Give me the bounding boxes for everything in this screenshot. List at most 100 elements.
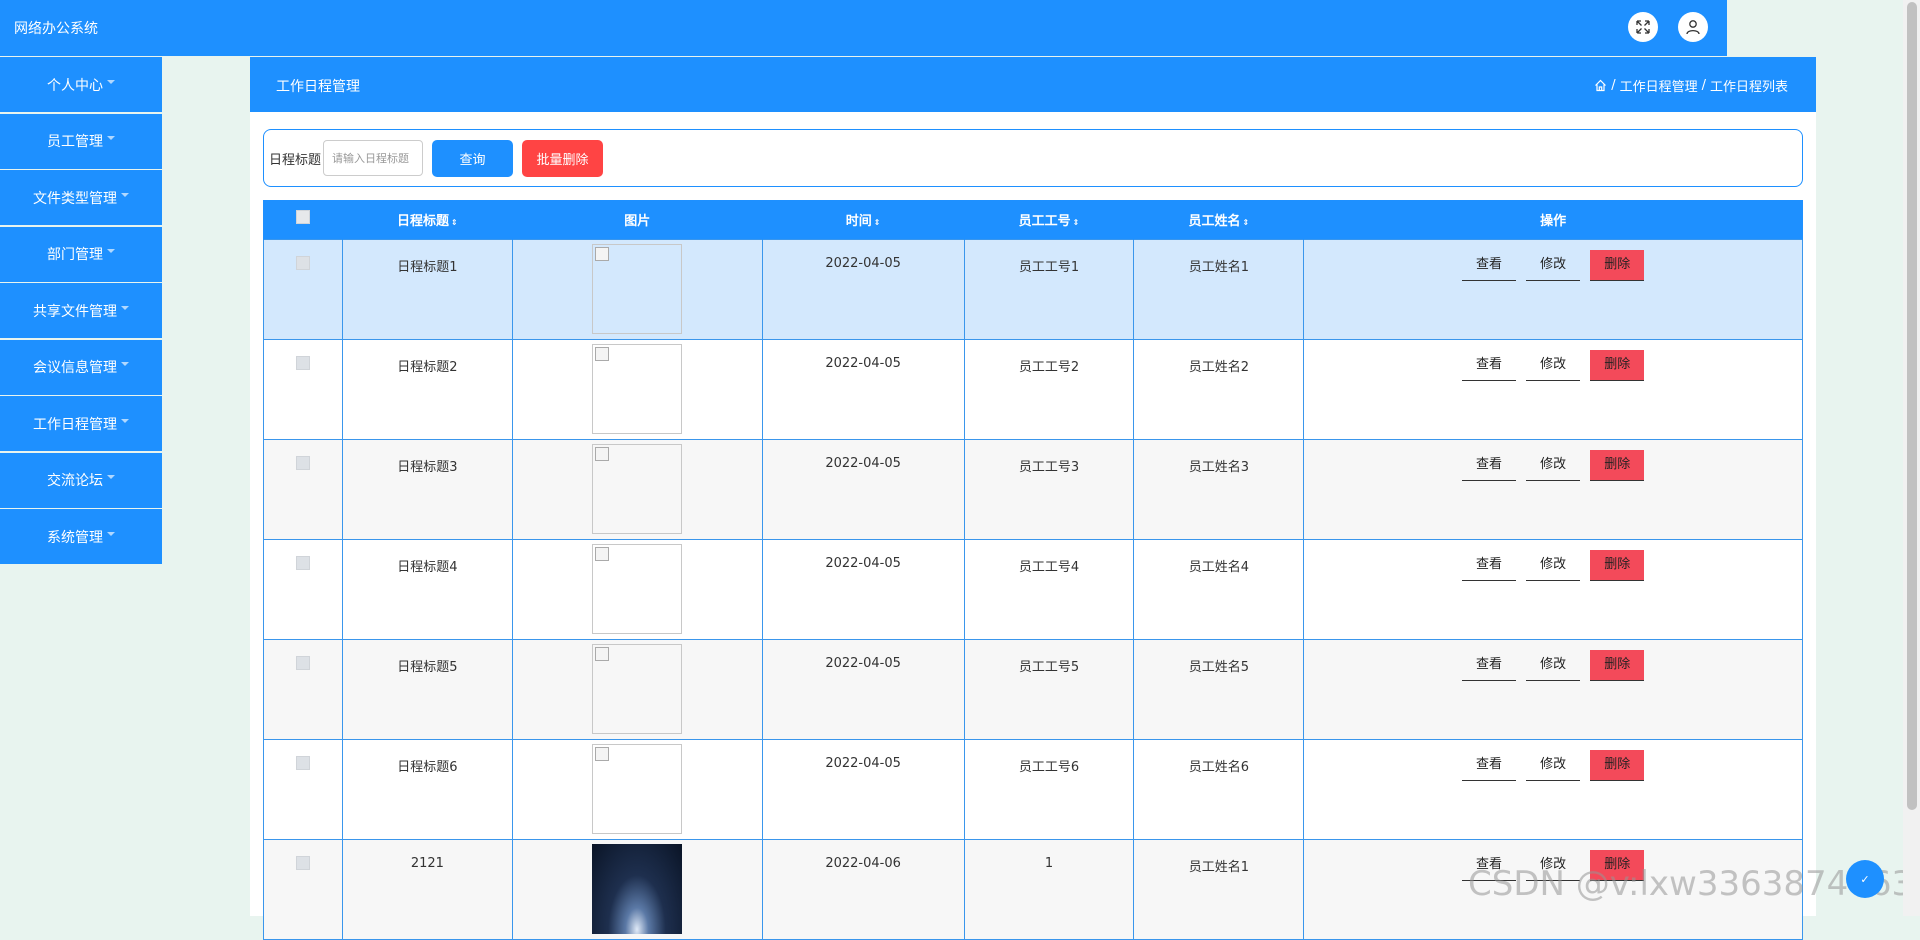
sidebar-item-personal[interactable]: 个人中心 bbox=[0, 57, 162, 112]
broken-image-icon bbox=[592, 243, 683, 334]
cell-time: 2022-04-05 bbox=[761, 438, 965, 540]
user-icon bbox=[1686, 20, 1700, 35]
page-scrollbar[interactable] bbox=[1903, 0, 1920, 916]
view-button[interactable]: 查看 bbox=[1462, 550, 1517, 581]
caret-down-icon bbox=[121, 305, 129, 310]
expand-icon bbox=[1636, 20, 1650, 34]
edit-button[interactable]: 修改 bbox=[1526, 250, 1581, 281]
search-input[interactable] bbox=[323, 140, 424, 176]
broken-image-icon bbox=[592, 643, 683, 734]
header-title[interactable]: 日程标题 ⇕ bbox=[341, 200, 513, 239]
breadcrumb-level1[interactable]: 工作日程管理 bbox=[1620, 76, 1698, 95]
cell-title: 日程标题6 bbox=[341, 738, 513, 840]
cell-time: 2022-04-05 bbox=[761, 238, 965, 340]
query-button[interactable]: 查询 bbox=[432, 139, 514, 177]
sort-icon: ⇕ bbox=[1242, 217, 1250, 227]
row-checkbox[interactable] bbox=[295, 555, 310, 570]
caret-down-icon bbox=[121, 362, 129, 366]
main-header: 工作日程管理 / 工作日程管理 / 工作日程列表 bbox=[250, 57, 1816, 112]
sidebar-item-shared-files[interactable]: 共享文件管理 bbox=[0, 283, 162, 338]
cell-title: 日程标题2 bbox=[341, 338, 513, 440]
cell-emp-no: 员工工号5 bbox=[963, 638, 1135, 740]
table-header-row: 日程标题 ⇕ 图片 时间 ⇕ 员工工号 ⇕ 员工姓名 ⇕ 操作 bbox=[263, 200, 1803, 239]
view-button[interactable]: 查看 bbox=[1462, 250, 1517, 281]
table-row[interactable]: 日程标题6 2022-04-05 员工工号6 员工姓名6 查看 修改 删除 bbox=[263, 738, 1803, 840]
sort-icon: ⇕ bbox=[873, 217, 881, 227]
row-checkbox[interactable] bbox=[295, 755, 310, 770]
view-button[interactable]: 查看 bbox=[1462, 650, 1517, 681]
cell-emp-name: 员工姓名6 bbox=[1133, 738, 1305, 840]
delete-button[interactable]: 删除 bbox=[1590, 349, 1645, 381]
broken-image-icon bbox=[592, 743, 683, 834]
batch-delete-button[interactable]: 批量删除 bbox=[522, 139, 604, 177]
breadcrumb-level2: 工作日程列表 bbox=[1709, 80, 1788, 95]
sort-icon: ⇕ bbox=[1072, 217, 1080, 227]
edit-button[interactable]: 修改 bbox=[1526, 450, 1581, 481]
delete-button[interactable]: 删除 bbox=[1590, 549, 1645, 581]
sidebar: 个人中心 员工管理 文件类型管理 部门管理 共享文件管理 会议信息管理 工作日程… bbox=[0, 57, 162, 566]
scrollbar-thumb[interactable] bbox=[1907, 2, 1917, 810]
edit-button[interactable]: 修改 bbox=[1526, 650, 1581, 681]
table-row[interactable]: 日程标题3 2022-04-05 员工工号3 员工姓名3 查看 修改 删除 bbox=[263, 438, 1803, 540]
row-checkbox[interactable] bbox=[295, 855, 310, 870]
breadcrumb-separator: / bbox=[1611, 78, 1616, 93]
floating-action-button[interactable]: ✓ bbox=[1846, 860, 1884, 898]
row-checkbox[interactable] bbox=[295, 455, 310, 470]
caret-down-icon bbox=[107, 475, 115, 479]
table-row[interactable]: 日程标题1 2022-04-05 员工工号1 员工姓名1 查看 修改 删除 bbox=[263, 238, 1803, 340]
header-emp-name[interactable]: 员工姓名 ⇕ bbox=[1133, 200, 1305, 239]
top-bar: 网络办公系统 bbox=[0, 0, 1727, 56]
delete-button[interactable]: 删除 bbox=[1590, 749, 1645, 781]
cell-emp-no: 1 bbox=[963, 838, 1135, 940]
breadcrumb: / 工作日程管理 / 工作日程列表 bbox=[1594, 76, 1788, 95]
sidebar-item-system[interactable]: 系统管理 bbox=[0, 509, 162, 564]
sidebar-item-departments[interactable]: 部门管理 bbox=[0, 226, 162, 282]
edit-button[interactable]: 修改 bbox=[1526, 750, 1581, 781]
cell-emp-name: 员工姓名2 bbox=[1133, 338, 1305, 440]
cell-time: 2022-04-05 bbox=[761, 538, 965, 640]
caret-down-icon bbox=[107, 79, 115, 84]
cell-emp-no: 员工工号1 bbox=[963, 238, 1135, 340]
cell-emp-no: 员工工号2 bbox=[963, 338, 1135, 440]
row-checkbox[interactable] bbox=[295, 355, 310, 370]
page-title: 工作日程管理 bbox=[276, 79, 360, 95]
delete-button[interactable]: 删除 bbox=[1590, 449, 1645, 481]
search-panel: 日程标题 查询 批量删除 bbox=[263, 129, 1803, 187]
table-row[interactable]: 日程标题4 2022-04-05 员工工号4 员工姓名4 查看 修改 删除 bbox=[263, 538, 1803, 640]
row-checkbox[interactable] bbox=[295, 255, 310, 270]
cell-emp-no: 员工工号6 bbox=[963, 738, 1135, 840]
delete-button[interactable]: 删除 bbox=[1590, 249, 1645, 281]
cell-emp-no: 员工工号3 bbox=[963, 438, 1135, 540]
fullscreen-button[interactable] bbox=[1628, 12, 1658, 42]
header-time[interactable]: 时间 ⇕ bbox=[761, 200, 965, 239]
home-icon[interactable] bbox=[1594, 79, 1607, 92]
row-checkbox[interactable] bbox=[295, 655, 310, 670]
table-row[interactable]: 日程标题2 2022-04-05 员工工号2 员工姓名2 查看 修改 删除 bbox=[263, 338, 1803, 440]
sort-icon: ⇕ bbox=[451, 217, 458, 227]
sidebar-item-forum[interactable]: 交流论坛 bbox=[0, 452, 162, 508]
cell-title: 日程标题5 bbox=[341, 638, 513, 740]
user-menu-button[interactable] bbox=[1678, 12, 1708, 42]
cell-title: 2121 bbox=[341, 838, 513, 940]
select-all-checkbox[interactable] bbox=[295, 210, 310, 225]
broken-image-icon bbox=[592, 543, 683, 634]
cell-emp-name: 员工姓名3 bbox=[1133, 438, 1305, 540]
view-button[interactable]: 查看 bbox=[1462, 450, 1517, 481]
table-row[interactable]: 日程标题5 2022-04-05 员工工号5 员工姓名5 查看 修改 删除 bbox=[263, 638, 1803, 740]
sidebar-item-file-types[interactable]: 文件类型管理 bbox=[0, 170, 162, 225]
edit-button[interactable]: 修改 bbox=[1526, 550, 1581, 581]
caret-down-icon bbox=[107, 531, 115, 536]
broken-image-icon bbox=[592, 343, 683, 434]
delete-button[interactable]: 删除 bbox=[1590, 649, 1645, 681]
schedule-table: 日程标题 ⇕ 图片 时间 ⇕ 员工工号 ⇕ 员工姓名 ⇕ 操作 日程标题1 2022-0… bbox=[263, 200, 1803, 940]
view-button[interactable]: 查看 bbox=[1462, 750, 1517, 781]
sidebar-item-employees[interactable]: 员工管理 bbox=[0, 113, 162, 169]
sidebar-item-meetings[interactable]: 会议信息管理 bbox=[0, 339, 162, 395]
edit-button[interactable]: 修改 bbox=[1526, 350, 1581, 381]
sidebar-item-schedules[interactable]: 工作日程管理 bbox=[0, 396, 162, 451]
view-button[interactable]: 查看 bbox=[1462, 350, 1517, 381]
search-label: 日程标题 bbox=[269, 152, 322, 168]
cell-time: 2022-04-06 bbox=[761, 838, 965, 940]
header-emp-no[interactable]: 员工工号 ⇕ bbox=[963, 200, 1135, 239]
app-title: 网络办公系统 bbox=[14, 21, 98, 37]
